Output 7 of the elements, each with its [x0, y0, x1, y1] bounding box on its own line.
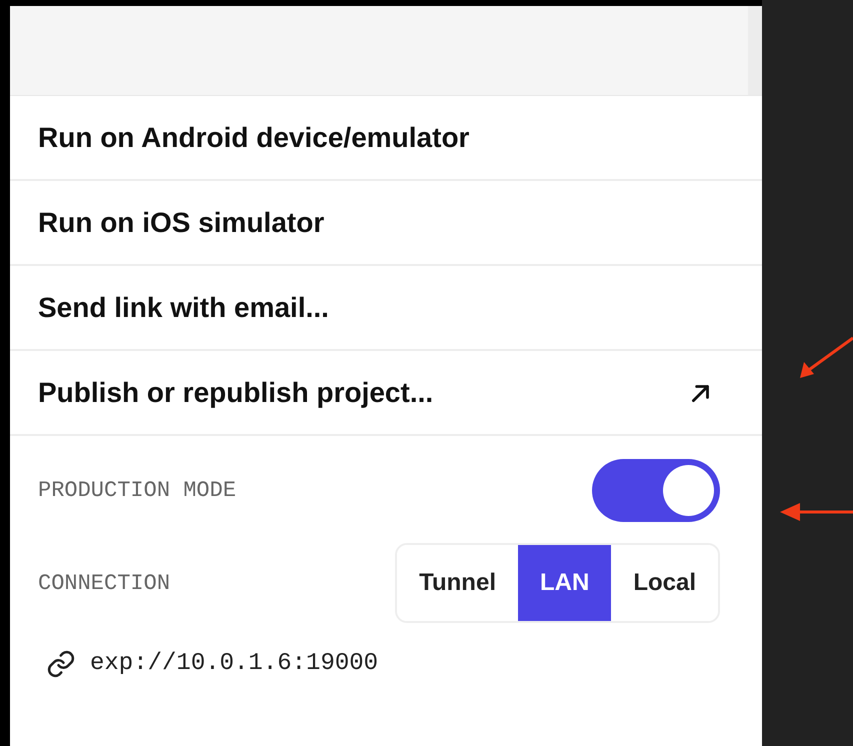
segment-option[interactable]: LAN [518, 545, 612, 621]
link-icon [46, 649, 76, 679]
annotation-arrow-icon [778, 500, 853, 524]
url-text: exp://10.0.1.6:19000 [90, 649, 378, 679]
menu-item[interactable]: Publish or republish project... [10, 351, 762, 436]
setting-label: PRODUCTION MODE [38, 476, 236, 504]
setting-label: CONNECTION [38, 570, 170, 598]
